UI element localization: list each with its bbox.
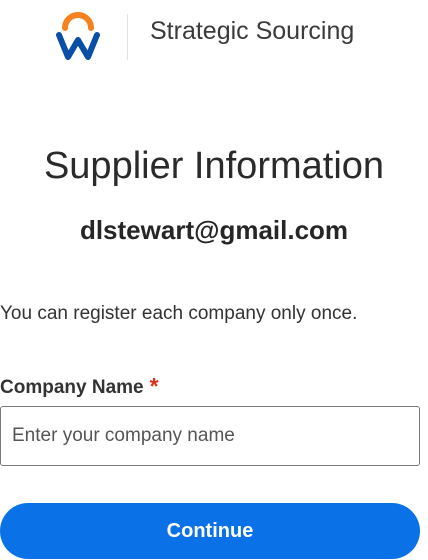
header: Strategic Sourcing [0, 0, 428, 76]
header-divider [127, 14, 128, 60]
required-indicator: * [149, 373, 159, 399]
company-name-label-text: Company Name [0, 377, 144, 398]
workday-logo-icon [56, 10, 100, 60]
supplier-email: dlstewart@gmail.com [79, 215, 349, 245]
page-title: Supplier Information [43, 145, 385, 188]
app-title: Strategic Sourcing [150, 17, 355, 45]
registration-notice: You can register each company only once. [0, 303, 358, 324]
company-name-input[interactable] [0, 406, 420, 466]
continue-button[interactable]: Continue [0, 503, 420, 559]
company-name-label: Company Name * [0, 373, 159, 400]
